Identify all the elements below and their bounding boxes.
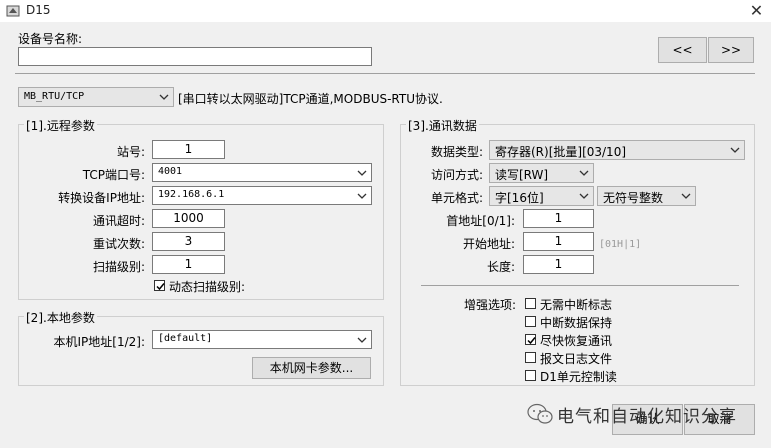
station-label: 站号: (116, 145, 145, 159)
access-mode-select[interactable]: 读写[RW] (489, 163, 594, 183)
access-mode-label: 访问方式: (430, 168, 483, 182)
header-divider (15, 73, 755, 74)
protocol-value: MB_RTU/TCP (24, 91, 85, 102)
device-name-label: 设备号名称: (18, 32, 83, 46)
wechat-icon (527, 403, 553, 424)
option-label: 尽快恢复通讯 (540, 334, 613, 348)
scan-level-input[interactable]: 1 (152, 255, 225, 274)
local-ip-label: 本机IP地址[1/2]: (53, 335, 146, 349)
option-checkbox-fast-recover[interactable] (525, 334, 536, 345)
check-icon (156, 283, 165, 291)
chevron-down-icon (357, 337, 367, 343)
sign-value: 无符号整数 (603, 191, 664, 205)
chevron-down-icon (579, 170, 589, 176)
local-ip-select[interactable]: [default] (152, 330, 372, 349)
data-type-label: 数据类型: (430, 145, 483, 159)
option-label: 无需中断标志 (540, 298, 613, 312)
option-label: 报文日志文件 (540, 352, 613, 366)
unit-format-select[interactable]: 字[16位] (489, 186, 594, 206)
option-checkbox-interrupt-data-hold[interactable] (525, 316, 536, 327)
comm-divider (421, 285, 739, 286)
timeout-input[interactable]: 1000 (152, 209, 225, 228)
station-input[interactable]: 1 (152, 140, 225, 159)
first-address-label: 首地址[0/1]: (446, 214, 515, 228)
access-mode-value: 读写[RW] (495, 168, 549, 182)
local-params-title: [2].本地参数 (24, 309, 97, 326)
tcp-port-value: 4001 (158, 166, 183, 177)
chevron-down-icon (730, 147, 740, 153)
length-input[interactable]: 1 (523, 255, 594, 274)
chevron-down-icon (579, 193, 589, 199)
length-label: 长度: (486, 260, 515, 274)
protocol-description: [串口转以太网驱动]TCP通道,MODBUS-RTU协议. (178, 92, 443, 106)
remote-params-title: [1].远程参数 (24, 117, 97, 134)
chevron-down-icon (357, 170, 367, 176)
tcp-port-label: TCP端口号: (82, 168, 145, 182)
chevron-down-icon (681, 193, 691, 199)
start-address-input[interactable]: 1 (523, 232, 594, 251)
data-type-select[interactable]: 寄存器(R)[批量][03/10] (489, 140, 745, 160)
sign-select[interactable]: 无符号整数 (597, 186, 696, 206)
timeout-label: 通讯超时: (92, 214, 145, 228)
nic-params-button[interactable]: 本机网卡参数... (252, 357, 371, 379)
chevron-down-icon (357, 193, 367, 199)
option-label: 中断数据保持 (540, 316, 613, 330)
unit-format-value: 字[16位] (495, 191, 544, 205)
comm-data-title: [3].通讯数据 (406, 117, 479, 134)
enhance-options-label: 增强选项: (463, 298, 516, 312)
option-checkbox-no-interrupt-flag[interactable] (525, 298, 536, 309)
retry-input[interactable]: 3 (152, 232, 225, 251)
first-address-input[interactable]: 1 (523, 209, 594, 228)
retry-label: 重试次数: (92, 237, 145, 251)
title-bar (0, 0, 771, 22)
option-checkbox-d1-control-read[interactable] (525, 370, 536, 381)
device-ip-label: 转换设备IP地址: (58, 191, 145, 205)
data-type-value: 寄存器(R)[批量][03/10] (495, 145, 627, 159)
device-ip-select[interactable]: 192.168.6.1 (152, 186, 372, 205)
close-button[interactable]: ✕ (742, 0, 771, 22)
local-ip-value: [default] (158, 333, 213, 344)
device-ip-value: 192.168.6.1 (158, 189, 225, 200)
dynamic-scan-checkbox[interactable] (154, 280, 165, 291)
window-title: D15 (26, 3, 51, 17)
app-icon (6, 5, 20, 17)
unit-format-label: 单元格式: (430, 191, 483, 205)
device-name-input[interactable] (18, 47, 372, 66)
start-address-hint: [01H|1] (599, 239, 642, 250)
check-icon (527, 337, 536, 345)
scan-level-label: 扫描级别: (92, 260, 145, 274)
prev-device-button[interactable]: << (658, 37, 707, 63)
chevron-down-icon (159, 94, 169, 100)
option-label: D1单元控制读 (540, 370, 617, 384)
tcp-port-select[interactable]: 4001 (152, 163, 372, 182)
watermark-text: 电气和自动化知识分享 (557, 407, 737, 427)
protocol-select[interactable]: MB_RTU/TCP (18, 87, 174, 107)
next-device-button[interactable]: >> (708, 37, 754, 63)
start-address-label: 开始地址: (462, 237, 515, 251)
option-checkbox-message-log[interactable] (525, 352, 536, 363)
close-icon: ✕ (749, 1, 764, 20)
dynamic-scan-label: 动态扫描级别: (169, 280, 246, 294)
